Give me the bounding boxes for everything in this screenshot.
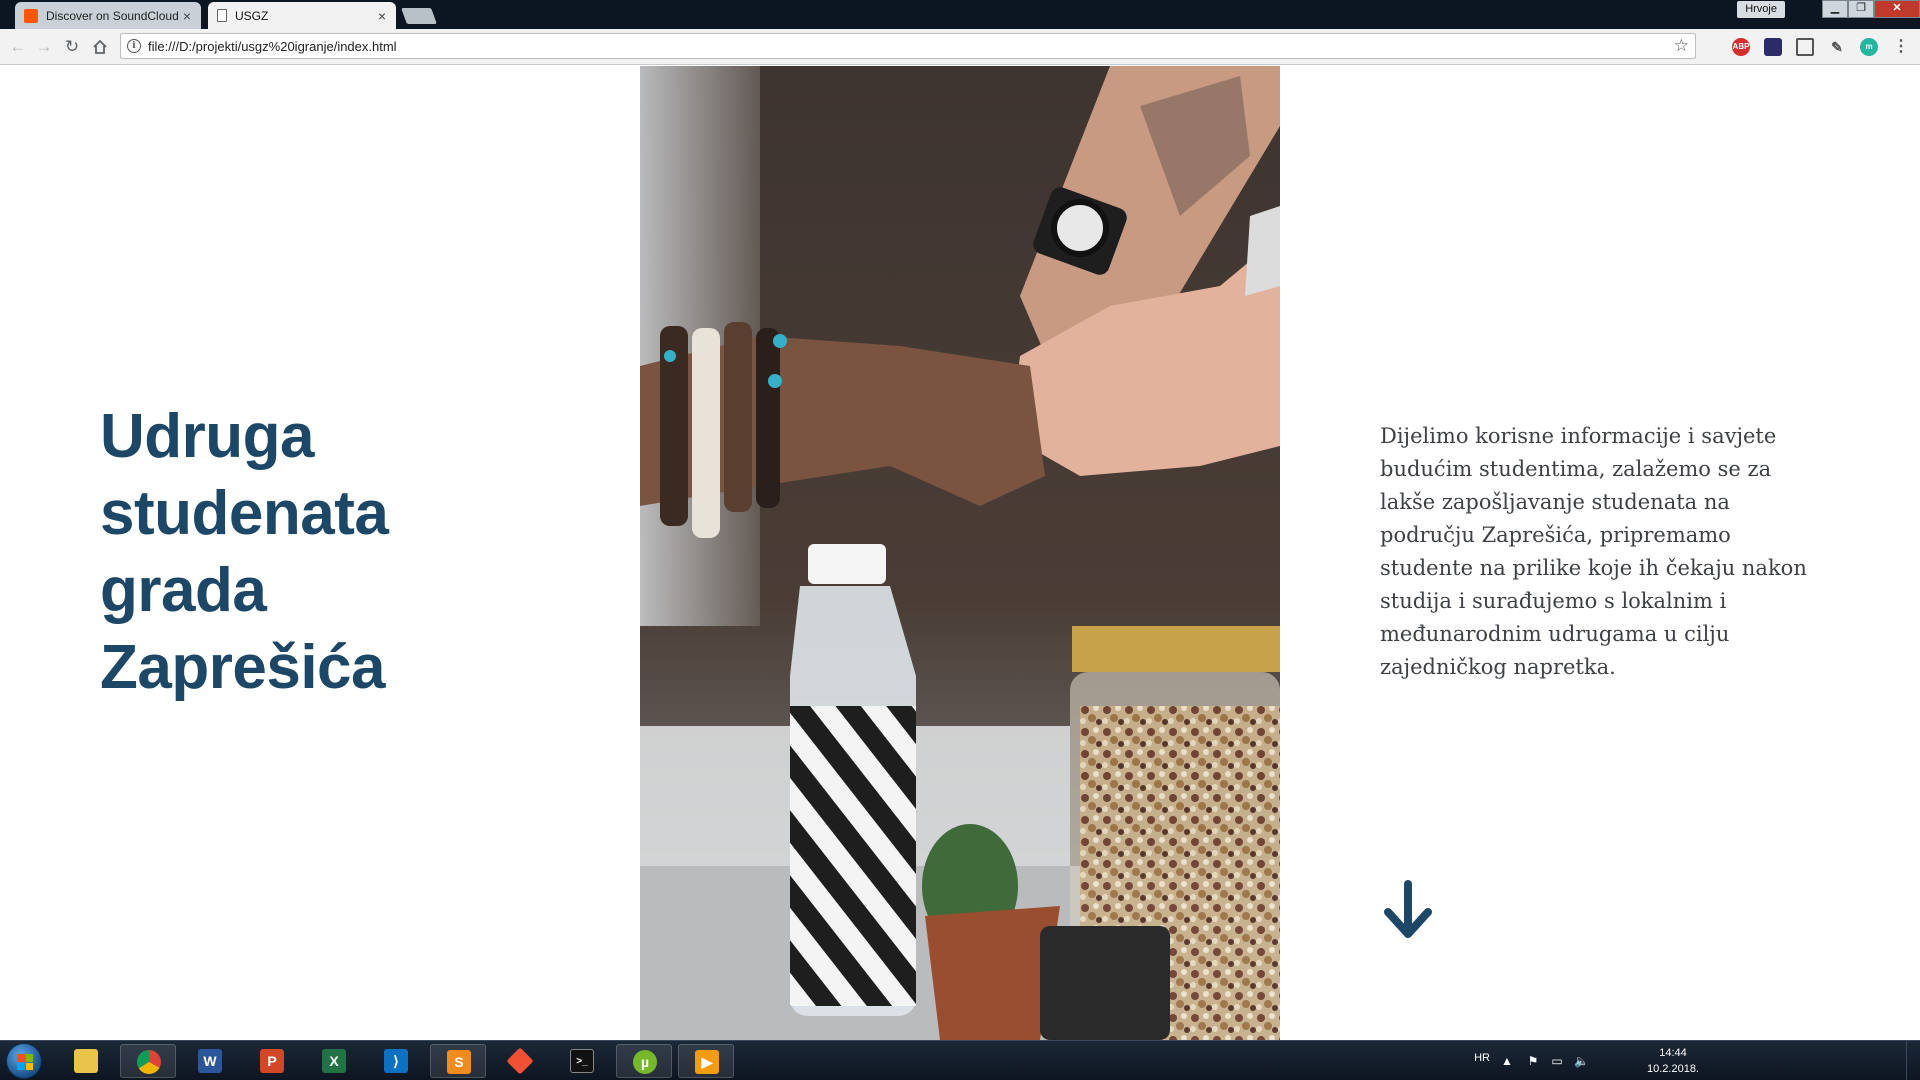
- show-hidden-icons-icon[interactable]: ▲: [1500, 1054, 1514, 1068]
- home-icon: [93, 39, 107, 54]
- eyedropper-icon[interactable]: ✎: [1828, 38, 1846, 56]
- action-center-flag-icon[interactable]: ⚑: [1526, 1054, 1540, 1068]
- powerpoint-icon: P: [260, 1049, 284, 1073]
- tab-close-icon[interactable]: ×: [179, 8, 195, 24]
- minimize-button[interactable]: ▁: [1822, 0, 1848, 18]
- close-window-button[interactable]: ✕: [1874, 0, 1920, 18]
- restore-button[interactable]: ❐: [1848, 0, 1874, 18]
- tab-usgz[interactable]: USGZ ×: [208, 2, 396, 29]
- screenshot-icon[interactable]: [1796, 38, 1814, 56]
- clock-date: 10.2.2018.: [1647, 1063, 1699, 1075]
- forward-button[interactable]: →: [32, 35, 56, 59]
- taskbar-git[interactable]: [492, 1044, 548, 1078]
- chrome-icon: [137, 1050, 161, 1074]
- windows-taskbar: W P X ⟩ S >_ µ ▶ HR ▲ ⚑ ▭ 🔈 14:44 10.2.2…: [0, 1040, 1920, 1080]
- arrow-down-icon[interactable]: [1380, 880, 1436, 942]
- start-button[interactable]: [6, 1043, 42, 1079]
- volume-icon[interactable]: 🔈: [1574, 1054, 1589, 1068]
- terminal-icon: >_: [570, 1049, 594, 1073]
- language-indicator[interactable]: HR: [1474, 1052, 1490, 1064]
- system-tray: HR ▲ ⚑ ▭ 🔈 14:44 10.2.2018.: [1460, 1041, 1920, 1080]
- taskbar-sublime[interactable]: S: [430, 1044, 486, 1078]
- url-text[interactable]: file:///D:/projekti/usgz%20igranje/index…: [148, 39, 397, 54]
- back-button[interactable]: ←: [6, 35, 30, 59]
- profile-button[interactable]: Hrvoje: [1737, 1, 1785, 18]
- folder-icon: [74, 1049, 98, 1073]
- tab-soundcloud[interactable]: Discover on SoundCloud ×: [15, 2, 201, 29]
- taskbar-vscode[interactable]: ⟩: [368, 1044, 424, 1078]
- windows-logo-icon: [17, 1054, 33, 1070]
- document-icon: [217, 9, 227, 22]
- tab-title: USGZ: [235, 8, 269, 23]
- taskbar-explorer[interactable]: [58, 1044, 114, 1078]
- vscode-icon: ⟩: [384, 1049, 408, 1073]
- soundcloud-icon: [24, 8, 38, 23]
- page-title: Udruga studenata grada Zaprešića: [100, 402, 389, 702]
- hero-photo: [640, 66, 1280, 1040]
- network-icon[interactable]: ▭: [1550, 1054, 1564, 1068]
- tab-close-icon[interactable]: ×: [374, 8, 390, 24]
- taskbar-chrome[interactable]: [120, 1044, 176, 1078]
- intro-text: Dijelimo korisne informacije i savjete b…: [1380, 424, 1807, 679]
- taskbar-word[interactable]: W: [182, 1044, 238, 1078]
- fist-bump-photo: [640, 66, 1280, 1040]
- info-icon[interactable]: i: [127, 39, 141, 53]
- utorrent-icon: µ: [633, 1050, 657, 1074]
- web-page: Udruga studenata grada Zaprešića Dijelim…: [0, 66, 1920, 1040]
- media-player-icon: ▶: [695, 1050, 719, 1074]
- reload-button[interactable]: ↻: [60, 35, 84, 59]
- new-tab-button[interactable]: [401, 8, 437, 24]
- extension-icon[interactable]: [1764, 38, 1782, 56]
- taskbar-powerpoint[interactable]: P: [244, 1044, 300, 1078]
- clock-time: 14:44: [1659, 1047, 1687, 1059]
- excel-icon: X: [322, 1049, 346, 1073]
- taskbar-excel[interactable]: X: [306, 1044, 362, 1078]
- show-desktop-button[interactable]: [1906, 1041, 1920, 1080]
- address-bar[interactable]: i file:///D:/projekti/usgz%20igranje/ind…: [120, 33, 1696, 59]
- adblock-icon[interactable]: ABP: [1732, 38, 1750, 56]
- browser-tab-strip: Discover on SoundCloud × USGZ × Hrvoje ▁…: [0, 0, 1920, 29]
- bookmark-star-icon[interactable]: ☆: [1674, 36, 1689, 56]
- mercury-icon[interactable]: m: [1860, 38, 1878, 56]
- taskbar-media-player[interactable]: ▶: [678, 1044, 734, 1078]
- git-icon: [506, 1047, 534, 1075]
- word-icon: W: [198, 1049, 222, 1073]
- window-controls: ▁ ❐ ✕: [1822, 0, 1920, 18]
- home-button[interactable]: [88, 35, 112, 59]
- taskbar-terminal[interactable]: >_: [554, 1044, 610, 1078]
- menu-icon[interactable]: ⋮: [1892, 38, 1910, 56]
- taskbar-utorrent[interactable]: µ: [616, 1044, 672, 1078]
- browser-toolbar: ← → ↻ i file:///D:/projekti/usgz%20igran…: [0, 29, 1920, 65]
- sublime-text-icon: S: [447, 1050, 471, 1074]
- tab-title: Discover on SoundCloud: [46, 8, 179, 23]
- clock[interactable]: 14:44 10.2.2018.: [1638, 1045, 1708, 1077]
